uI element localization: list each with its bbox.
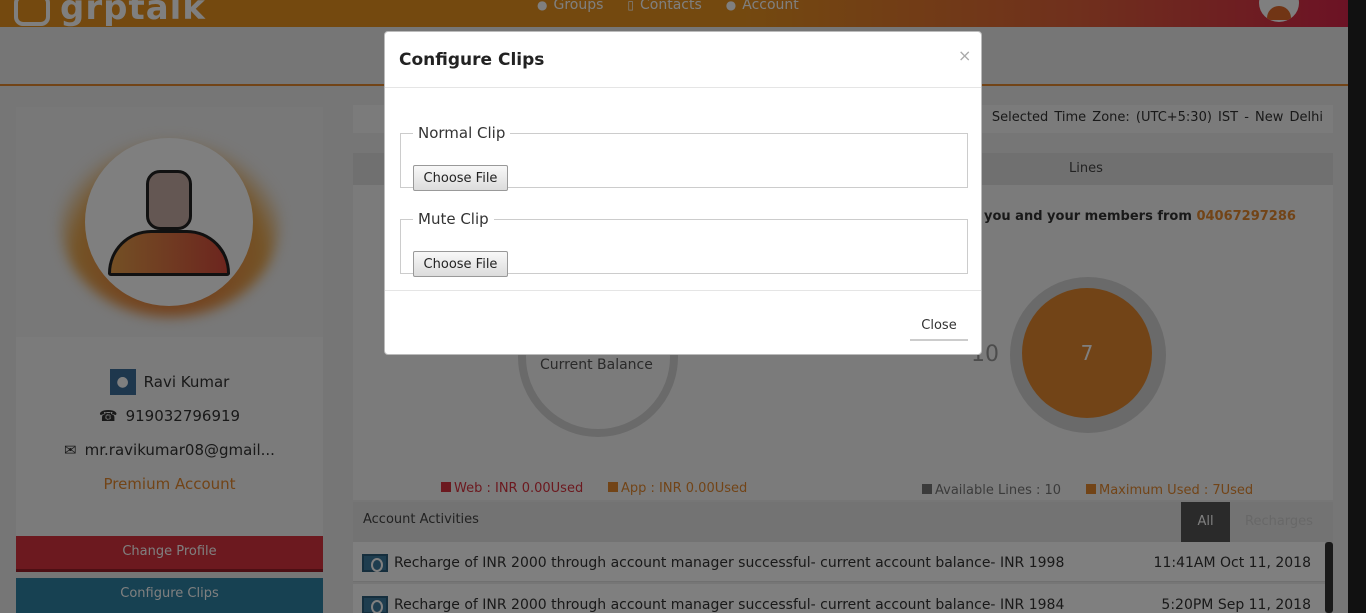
normal-clip-legend: Normal Clip [418, 124, 506, 142]
modal-title: Configure Clips [399, 50, 545, 70]
normal-clip-fieldset: Normal Clip Choose File [400, 124, 968, 191]
close-icon[interactable]: × [958, 46, 971, 65]
mute-clip-legend: Mute Clip [418, 210, 489, 228]
mute-clip-fieldset: Mute Clip Choose File [400, 210, 968, 277]
page-scrollbar[interactable] [1348, 0, 1366, 613]
modal-header: Configure Clips × [385, 32, 981, 88]
modal-footer: Close [385, 290, 981, 354]
close-button[interactable]: Close [910, 312, 968, 341]
normal-clip-choose-file-button[interactable]: Choose File [413, 165, 508, 191]
mute-clip-choose-file-button[interactable]: Choose File [413, 251, 508, 277]
configure-clips-modal: Configure Clips × Normal Clip Choose Fil… [384, 31, 982, 355]
